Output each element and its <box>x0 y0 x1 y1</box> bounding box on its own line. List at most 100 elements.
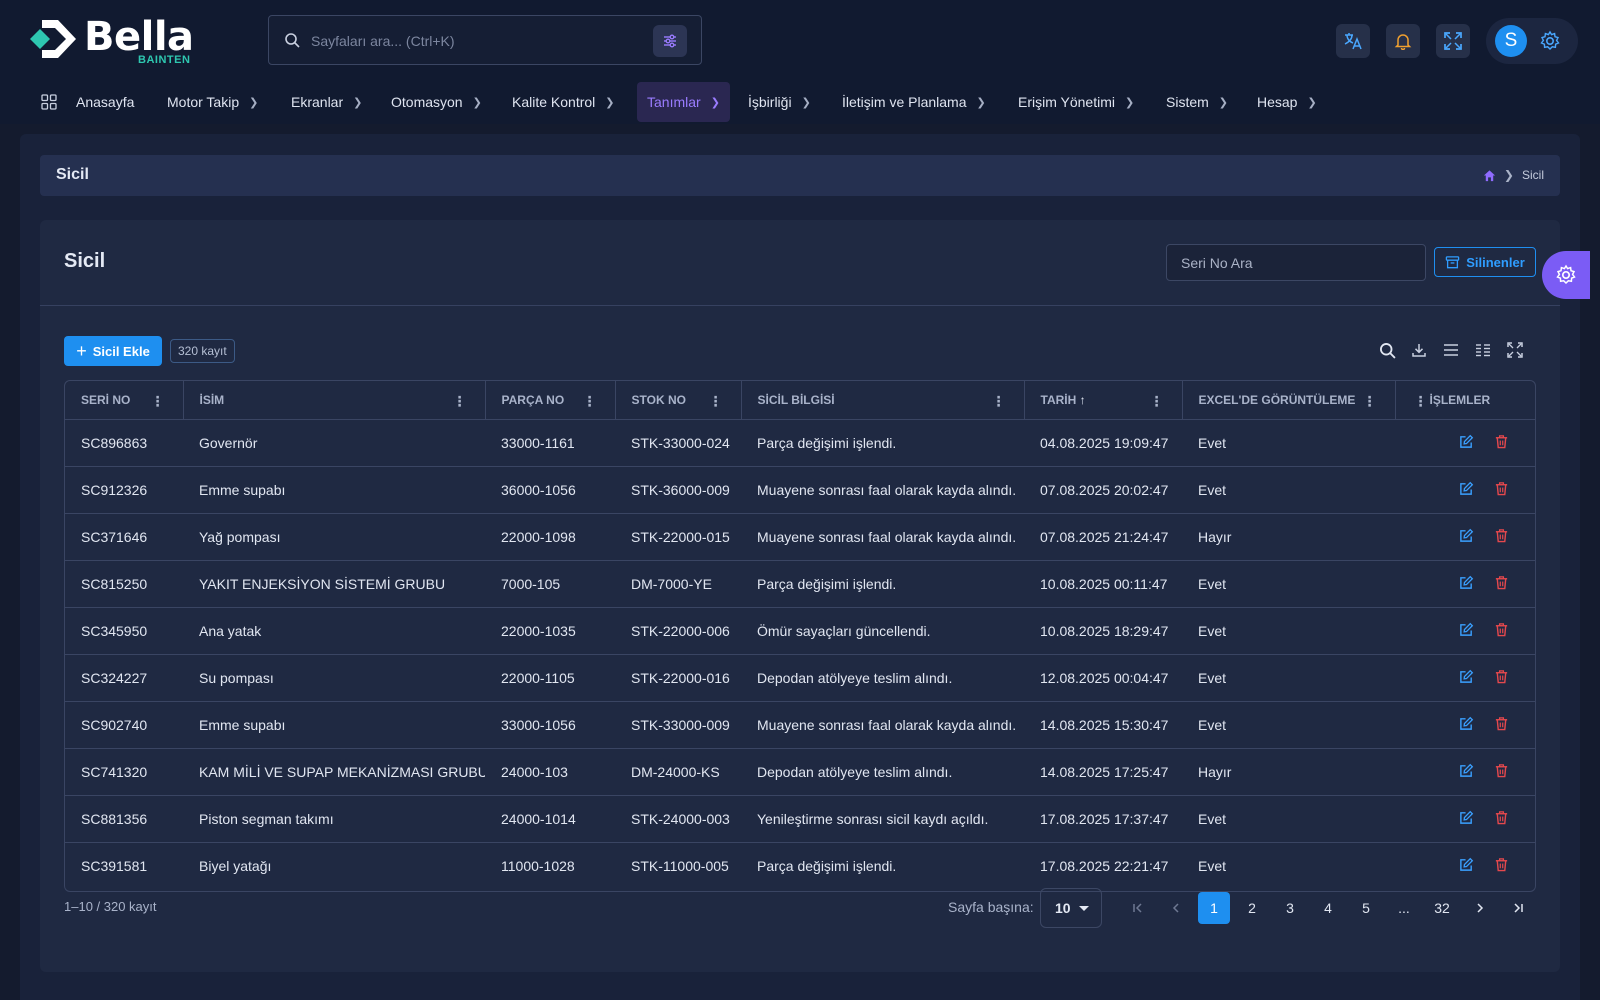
column-menu-icon[interactable]: ⋮ <box>1363 393 1377 410</box>
table-row[interactable]: SC912326 Emme supabı 36000-1056 STK-36000-0… <box>65 466 1535 514</box>
edit-icon[interactable] <box>1459 622 1474 640</box>
edit-icon[interactable] <box>1459 481 1474 499</box>
table-row[interactable]: SC371646 Yağ pompası 22000-1098 STK-22000-0… <box>65 513 1535 561</box>
column-menu-icon[interactable]: ⋮ <box>1150 393 1164 410</box>
column-menu-icon[interactable]: ⋮ <box>583 393 597 410</box>
column-menu-icon[interactable]: ⋮ <box>1414 393 1428 410</box>
cell-stok-no: STK-33000-009 <box>615 701 741 749</box>
column-menu-icon[interactable]: ⋮ <box>453 393 467 410</box>
nav-item-erisim[interactable]: Erişim Yönetimi ❯ <box>1018 82 1134 122</box>
col-header-seri-no[interactable]: SERİ NO ⋮ <box>65 381 184 420</box>
per-page-select[interactable]: 10 <box>1040 888 1102 928</box>
col-header-parca-no[interactable]: PARÇA NO ⋮ <box>485 381 616 420</box>
brand-logo[interactable]: Bella BAINTEN <box>28 14 203 70</box>
row-actions <box>1411 810 1521 828</box>
nav-item-otomasyon[interactable]: Otomasyon ❯ <box>391 82 482 122</box>
home-icon[interactable] <box>1483 169 1496 182</box>
trash-icon[interactable] <box>1494 481 1509 499</box>
edit-icon[interactable] <box>1459 810 1474 828</box>
page-button[interactable]: 1 <box>1198 892 1230 924</box>
trash-icon[interactable] <box>1494 669 1509 687</box>
edit-icon[interactable] <box>1459 857 1474 875</box>
edit-icon[interactable] <box>1459 528 1474 546</box>
table-row[interactable]: SC324227 Su pompası 22000-1105 STK-22000-01… <box>65 654 1535 702</box>
gear-icon[interactable] <box>1539 30 1561 52</box>
notifications-button[interactable] <box>1386 24 1420 58</box>
trash-icon[interactable] <box>1494 528 1509 546</box>
col-header-stok-no[interactable]: STOK NO ⋮ <box>615 381 742 420</box>
deleted-records-button[interactable]: Silinenler <box>1434 247 1536 277</box>
nav-item-anasayfa[interactable]: Anasayfa <box>76 82 134 122</box>
page-button[interactable]: 4 <box>1312 892 1344 924</box>
fullscreen-icon[interactable] <box>1506 341 1524 359</box>
table-row[interactable]: SC902740 Emme supabı 33000-1056 STK-33000-0… <box>65 701 1535 749</box>
cell-seri-no: SC912326 <box>65 466 183 514</box>
sort-asc-icon[interactable]: ↑ <box>1080 393 1086 407</box>
fullscreen-button[interactable] <box>1436 24 1470 58</box>
edit-icon[interactable] <box>1459 763 1474 781</box>
chevron-right-icon: ❯ <box>1503 168 1514 182</box>
table-row[interactable]: SC881356 Piston segman takımı 24000-1014 ST… <box>65 795 1535 843</box>
nav-item-motor-takip[interactable]: Motor Takip ❯ <box>167 82 258 122</box>
table-row[interactable]: SC896863 Governör 33000-1161 STK-33000-024 P… <box>65 419 1535 467</box>
column-menu-icon[interactable]: ⋮ <box>709 393 723 410</box>
edit-icon[interactable] <box>1459 434 1474 452</box>
table-row[interactable]: SC815250 YAKIT ENJEKSİYON SİSTEMİ GRUBU 70… <box>65 560 1535 608</box>
seri-no-search-input[interactable] <box>1166 244 1426 281</box>
trash-icon[interactable] <box>1494 857 1509 875</box>
trash-icon[interactable] <box>1494 622 1509 640</box>
nav-item-isbirligi[interactable]: İşbirliği ❯ <box>748 82 811 122</box>
col-header-sicil-bilgisi[interactable]: SİCİL BİLGİSİ ⋮ <box>741 381 1025 420</box>
edit-icon[interactable] <box>1459 575 1474 593</box>
nav-item-iletisim[interactable]: İletişim ve Planlama ❯ <box>842 82 986 122</box>
edit-icon[interactable] <box>1459 716 1474 734</box>
density-icon[interactable] <box>1442 341 1460 359</box>
breadcrumb-bar: Sicil ❯ Sicil <box>40 155 1560 196</box>
add-sicil-button[interactable]: + Sicil Ekle <box>64 336 162 366</box>
table-row[interactable]: SC741320 KAM MİLİ VE SUPAP MEKANİZMASI GR… <box>65 748 1535 796</box>
next-page-button[interactable] <box>1464 892 1496 924</box>
col-header-label: SERİ NO <box>81 392 131 407</box>
table-row[interactable]: SC345950 Ana yatak 22000-1035 STK-22000-006… <box>65 607 1535 655</box>
trash-icon[interactable] <box>1494 810 1509 828</box>
column-menu-icon[interactable]: ⋮ <box>992 393 1006 410</box>
page-button[interactable]: 5 <box>1350 892 1382 924</box>
theme-settings-button[interactable] <box>1542 251 1590 299</box>
prev-page-button[interactable] <box>1160 892 1192 924</box>
last-page-button[interactable] <box>1502 892 1534 924</box>
trash-icon[interactable] <box>1494 716 1509 734</box>
trash-icon[interactable] <box>1494 763 1509 781</box>
search-icon[interactable] <box>1378 341 1396 359</box>
nav-item-hesap[interactable]: Hesap ❯ <box>1257 82 1317 122</box>
edit-icon[interactable] <box>1459 669 1474 687</box>
page-button[interactable]: 2 <box>1236 892 1268 924</box>
col-header-excel[interactable]: EXCEL'DE GÖRÜNTÜLEME ⋮ <box>1182 381 1396 420</box>
user-menu[interactable]: S <box>1486 18 1578 64</box>
cell-seri-no: SC815250 <box>65 560 183 608</box>
deleted-label: Silinenler <box>1466 254 1525 270</box>
table-row[interactable]: SC391581 Biyel yatağı 11000-1028 STK-11000-… <box>65 842 1535 889</box>
first-page-button[interactable] <box>1122 892 1154 924</box>
nav-item-tanimlar[interactable]: Tanımlar ❯ <box>637 82 730 122</box>
col-header-isim[interactable]: İSİM ⋮ <box>183 381 486 420</box>
search-filter-button[interactable] <box>653 25 687 57</box>
cell-isim: KAM MİLİ VE SUPAP MEKANİZMASI GRUBU <box>183 748 485 796</box>
page-button[interactable]: 32 <box>1426 892 1458 924</box>
page-button[interactable]: 3 <box>1274 892 1306 924</box>
col-header-islemler[interactable]: ⋮ İŞLEMLER <box>1395 381 1535 420</box>
columns-icon[interactable] <box>1474 341 1492 359</box>
col-header-tarih[interactable]: TARİH ↑ ⋮ <box>1024 381 1183 420</box>
language-button[interactable] <box>1336 24 1370 58</box>
nav-item-sistem[interactable]: Sistem ❯ <box>1166 82 1228 122</box>
translate-icon <box>1344 33 1362 50</box>
table-toolbar <box>1378 341 1524 359</box>
nav-item-ekranlar[interactable]: Ekranlar ❯ <box>291 82 362 122</box>
avatar[interactable]: S <box>1495 25 1527 57</box>
cell-actions <box>1395 701 1535 749</box>
search-input[interactable] <box>311 30 641 52</box>
column-menu-icon[interactable]: ⋮ <box>151 393 165 410</box>
trash-icon[interactable] <box>1494 575 1509 593</box>
nav-item-kalite-kontrol[interactable]: Kalite Kontrol ❯ <box>512 82 615 122</box>
download-icon[interactable] <box>1410 341 1428 359</box>
trash-icon[interactable] <box>1494 434 1509 452</box>
